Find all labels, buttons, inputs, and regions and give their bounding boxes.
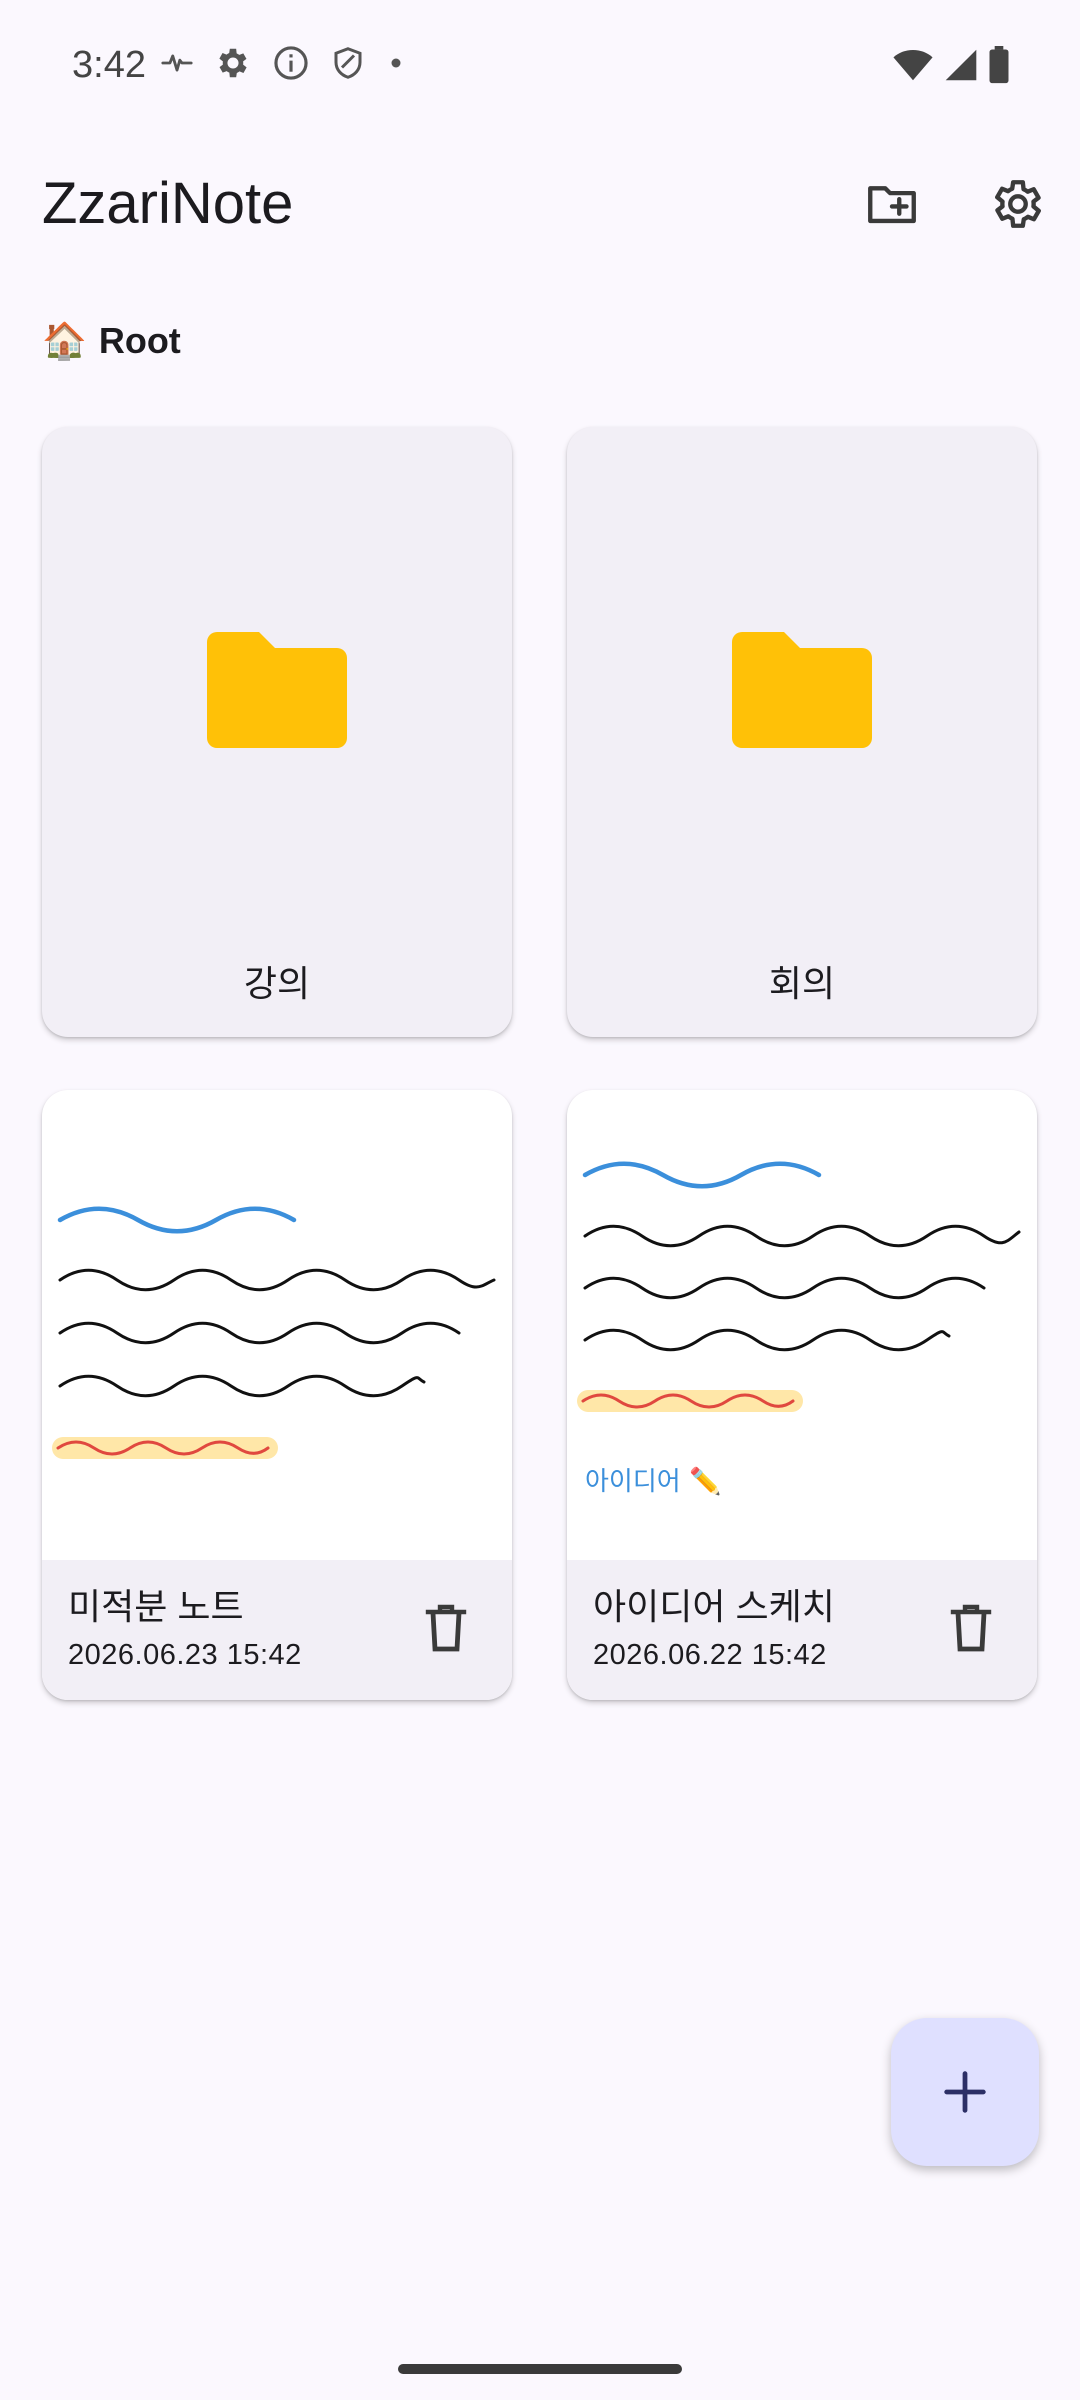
trash-icon [425,1604,467,1652]
info-icon [274,46,308,80]
folder-name: 회의 [768,963,836,1004]
note-footer: 아이디어 스케치 2026.06.22 15:42 [567,1560,1037,1700]
delete-note-button[interactable] [941,1598,1001,1658]
status-icons-left [160,44,406,82]
folder-card[interactable]: 강의 [42,427,512,1037]
dot-icon [391,58,401,68]
note-date: 2026.06.23 15:42 [68,1639,302,1671]
note-thumbnail [52,1206,496,1459]
folder-icon [732,632,872,748]
note-title: 아이디어 스케치 [593,1586,835,1627]
note-thumbnail: 아이디어 ✏️ [577,1161,1021,1497]
note-card[interactable]: 아이디어 ✏️ 아이디어 스케치 2026.06.22 15:42 [567,1090,1037,1700]
folder-icon [207,632,347,748]
battery-icon [989,46,1009,84]
plus-icon [944,2071,986,2113]
shield-icon [334,47,362,79]
folder-name: 강의 [243,963,311,1004]
note-preview-text: 아이디어 ✏️ [585,1465,721,1497]
delete-note-button[interactable] [416,1598,476,1658]
app-title: ZzariNote [42,171,294,236]
add-note-button[interactable] [891,2018,1039,2166]
settings-button[interactable] [980,166,1056,242]
breadcrumb-label: Root [98,320,181,361]
wifi-icon [893,50,933,81]
new-folder-icon [868,186,916,224]
new-folder-button[interactable] [854,166,930,242]
pulse-icon [161,54,193,72]
folder-card[interactable]: 회의 [567,427,1037,1037]
note-card[interactable]: 미적분 노트 2026.06.23 15:42 [42,1090,512,1700]
home-indicator[interactable] [398,2364,682,2374]
trash-icon [950,1604,992,1652]
status-time: 3:42 [72,44,146,86]
settings-gear-icon [219,48,247,78]
home-icon: 🏠 [42,320,87,361]
status-bar: 3:42 [0,0,1080,130]
breadcrumb[interactable]: 🏠 Root [42,316,181,366]
note-footer: 미적분 노트 2026.06.23 15:42 [42,1560,512,1700]
note-date: 2026.06.22 15:42 [593,1639,827,1671]
status-icons-right [892,46,1010,84]
note-title: 미적분 노트 [68,1586,244,1627]
settings-icon [995,180,1041,228]
cell-signal-icon [945,49,977,81]
